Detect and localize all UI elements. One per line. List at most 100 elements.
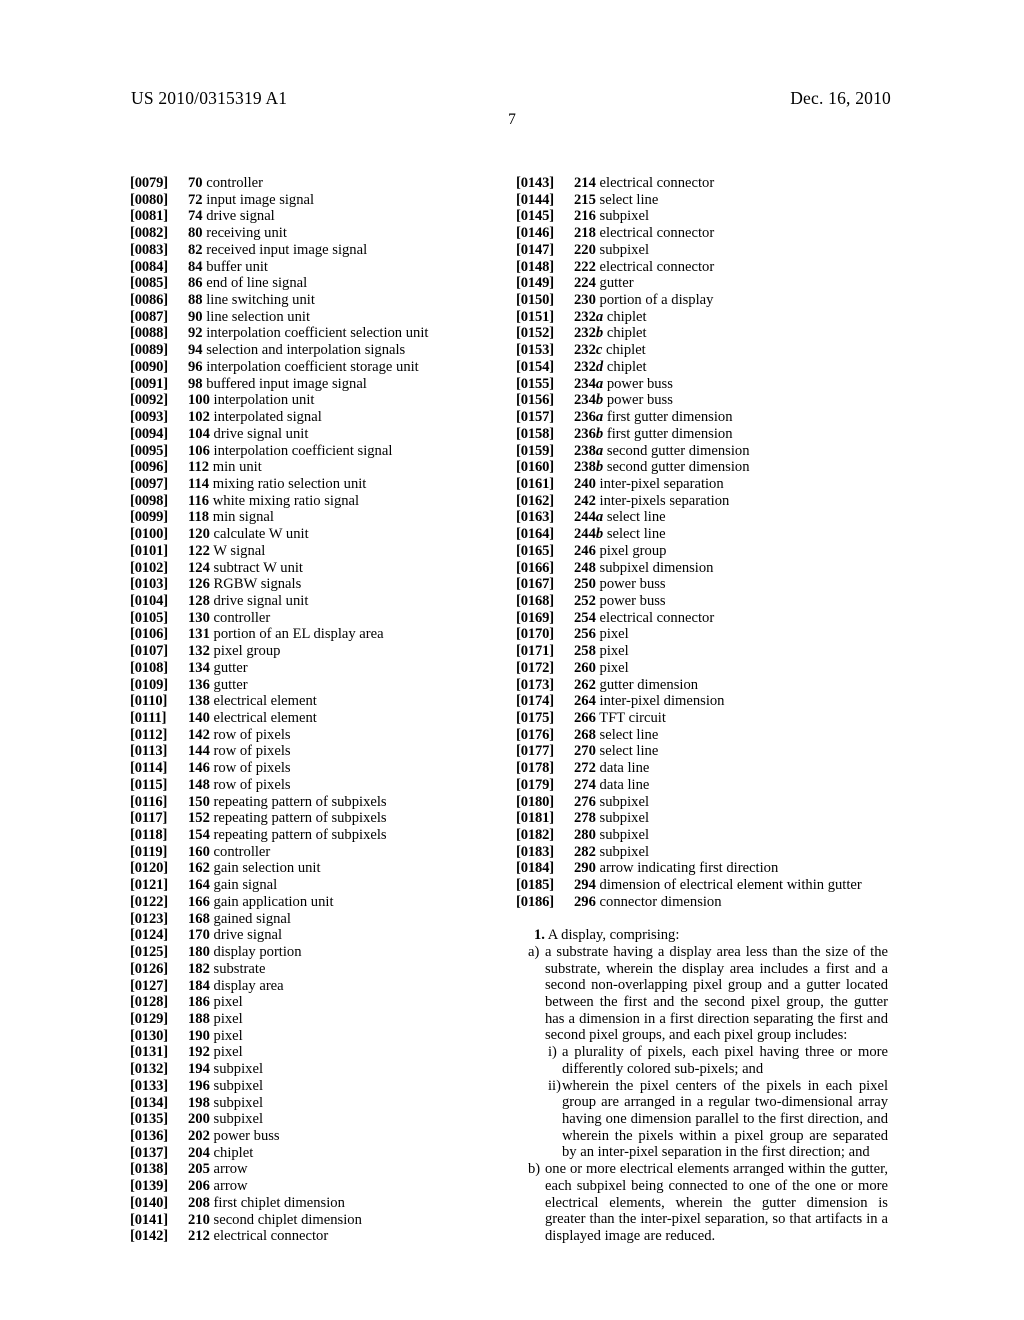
paragraph-number: [0162] bbox=[516, 492, 555, 509]
reference-numeral: 218 bbox=[574, 225, 596, 242]
paragraph-number: [0176] bbox=[516, 726, 555, 743]
claim-part-a: a) a substrate having a display area les… bbox=[516, 944, 888, 1044]
reference-numeral: 270 bbox=[574, 743, 596, 760]
paragraph-number: [0092] bbox=[130, 392, 169, 409]
reference-numeral-body: 214 electrical connector bbox=[574, 175, 888, 192]
paragraph-number: [0144] bbox=[516, 191, 555, 208]
reference-numeral-entry: [0166] 248 subpixel dimension bbox=[516, 560, 888, 577]
reference-numeral: 100 bbox=[188, 392, 210, 409]
reference-numeral-entry: [0184] 290 arrow indicating first directi… bbox=[516, 860, 888, 877]
reference-numeral-body: 90 line selection unit bbox=[188, 309, 505, 326]
reference-numeral-entry: [0099] 118 min signal bbox=[130, 509, 505, 526]
paragraph-number: [0094] bbox=[130, 425, 169, 442]
paragraph-number: [0111] bbox=[130, 710, 167, 726]
paragraph-number: [0171] bbox=[516, 643, 555, 660]
reference-numeral-body: 246 pixel group bbox=[574, 543, 888, 560]
reference-numeral-entry: [0170] 256 pixel bbox=[516, 626, 888, 643]
reference-numeral-entry: [0119] 160 controller bbox=[130, 844, 505, 861]
reference-numeral-body: 82 received input image signal bbox=[188, 242, 505, 259]
paragraph-number: [0098] bbox=[130, 492, 169, 509]
reference-numeral-body: 88 line switching unit bbox=[188, 292, 505, 309]
reference-numeral-body: 92 interpolation coefficient selection u… bbox=[188, 325, 505, 342]
reference-numeral: 272 bbox=[574, 760, 596, 777]
paragraph-number: [0156] bbox=[516, 392, 555, 409]
reference-numeral: 196 bbox=[188, 1077, 210, 1094]
reference-numeral-body: 154 repeating pattern of subpixels bbox=[188, 827, 505, 844]
reference-numeral-label: first gutter dimension bbox=[603, 409, 733, 426]
paragraph-number: [0085] bbox=[130, 275, 169, 292]
reference-numeral-body: 224 gutter bbox=[574, 275, 888, 292]
reference-numeral-entry: [0160] 238b second gutter dimension bbox=[516, 459, 888, 476]
paragraph-number: [0121] bbox=[130, 877, 169, 894]
reference-numeral-entry: [0153] 232c chiplet bbox=[516, 342, 888, 359]
reference-numeral-entry: [0109] 136 gutter bbox=[130, 677, 505, 694]
reference-numeral-entry: [0082] 80 receiving unit bbox=[130, 225, 505, 242]
reference-numeral-entry: [0122] 166 gain application unit bbox=[130, 894, 505, 911]
reference-numeral-entry: [0163] 244a select line bbox=[516, 509, 888, 526]
paragraph-number: [0174] bbox=[516, 693, 555, 710]
reference-numeral: 142 bbox=[188, 726, 210, 743]
reference-numeral-body: 122 W signal bbox=[188, 543, 505, 560]
reference-numeral: 254 bbox=[574, 609, 596, 626]
reference-numeral-label: controller bbox=[209, 843, 271, 860]
reference-numeral-body: 230 portion of a display bbox=[574, 292, 888, 309]
reference-numeral-label: gutter bbox=[595, 275, 634, 292]
reference-numeral-body: 186 pixel bbox=[188, 994, 505, 1011]
reference-numeral: 128 bbox=[188, 592, 210, 609]
reference-numeral: 202 bbox=[188, 1127, 210, 1144]
reference-numeral-entry: [0085] 86 end of line signal bbox=[130, 275, 505, 292]
reference-numeral-entry: [0135] 200 subpixel bbox=[130, 1111, 505, 1128]
paragraph-number: [0081] bbox=[130, 208, 169, 225]
paragraph-number: [0082] bbox=[130, 225, 169, 242]
paragraph-number: [0127] bbox=[130, 977, 169, 994]
reference-numeral-entry: [0121] 164 gain signal bbox=[130, 877, 505, 894]
reference-numeral-entry: [0126] 182 substrate bbox=[130, 961, 505, 978]
paragraph-number: [0095] bbox=[130, 442, 169, 459]
reference-numeral-entry: [0167] 250 power buss bbox=[516, 576, 888, 593]
claim-part-b: b) one or more electrical elements arran… bbox=[516, 1161, 888, 1245]
reference-numeral-body: 118 min signal bbox=[188, 509, 505, 526]
reference-numeral-body: 98 buffered input image signal bbox=[188, 376, 505, 393]
reference-numeral-body: 222 electrical connector bbox=[574, 259, 888, 276]
reference-numeral: 232d bbox=[574, 358, 604, 375]
claim-sub-ii-text: wherein the pixel centers of the pixels … bbox=[562, 1077, 888, 1161]
reference-numeral: 132 bbox=[188, 643, 210, 660]
reference-numeral: 180 bbox=[188, 944, 210, 961]
reference-numeral: 90 bbox=[188, 308, 203, 325]
reference-numeral-entry: [0113] 144 row of pixels bbox=[130, 743, 505, 760]
reference-numeral-label: select line bbox=[603, 509, 666, 526]
reference-numeral-entry: [0173] 262 gutter dimension bbox=[516, 677, 888, 694]
paragraph-number: [0147] bbox=[516, 241, 555, 258]
paragraph-number: [0134] bbox=[130, 1094, 169, 1111]
reference-numeral: 170 bbox=[188, 927, 210, 944]
paragraph-number: [0083] bbox=[130, 241, 169, 258]
paragraph-number: [0141] bbox=[130, 1211, 169, 1228]
reference-numeral-body: 282 subpixel bbox=[574, 844, 888, 861]
reference-numeral-list-left: [0079] 70 controller [0080] 72 input image … bbox=[130, 175, 505, 1245]
reference-numeral-label: electrical connector bbox=[595, 258, 715, 275]
reference-numeral-body: 252 power buss bbox=[574, 593, 888, 610]
paragraph-number: [0104] bbox=[130, 592, 169, 609]
reference-numeral-label: subpixel bbox=[595, 827, 649, 844]
reference-numeral-entry: [0134] 198 subpixel bbox=[130, 1095, 505, 1112]
reference-numeral-entry: [0083] 82 received input image signal bbox=[130, 242, 505, 259]
reference-numeral-label: subpixel bbox=[595, 208, 649, 225]
reference-numeral: 278 bbox=[574, 810, 596, 827]
reference-numeral: 238b bbox=[574, 459, 604, 476]
reference-numeral-label: subpixel bbox=[595, 810, 649, 827]
reference-numeral-label: power buss bbox=[595, 576, 666, 593]
reference-numeral-label: gained signal bbox=[209, 910, 291, 927]
paragraph-number: [0172] bbox=[516, 659, 555, 676]
paragraph-number: [0114] bbox=[130, 760, 168, 777]
paragraph-number: [0088] bbox=[130, 325, 169, 342]
reference-numeral-body: 256 pixel bbox=[574, 626, 888, 643]
paragraph-number: [0087] bbox=[130, 308, 169, 325]
reference-numeral-label: power buss bbox=[595, 592, 666, 609]
reference-numeral: 136 bbox=[188, 676, 210, 693]
paragraph-number: [0093] bbox=[130, 409, 169, 426]
paragraph-number: [0180] bbox=[516, 793, 555, 810]
reference-numeral: 98 bbox=[188, 375, 203, 392]
reference-numeral-entry: [0174] 264 inter-pixel dimension bbox=[516, 693, 888, 710]
reference-numeral-entry: [0114] 146 row of pixels bbox=[130, 760, 505, 777]
reference-numeral: 144 bbox=[188, 743, 210, 760]
